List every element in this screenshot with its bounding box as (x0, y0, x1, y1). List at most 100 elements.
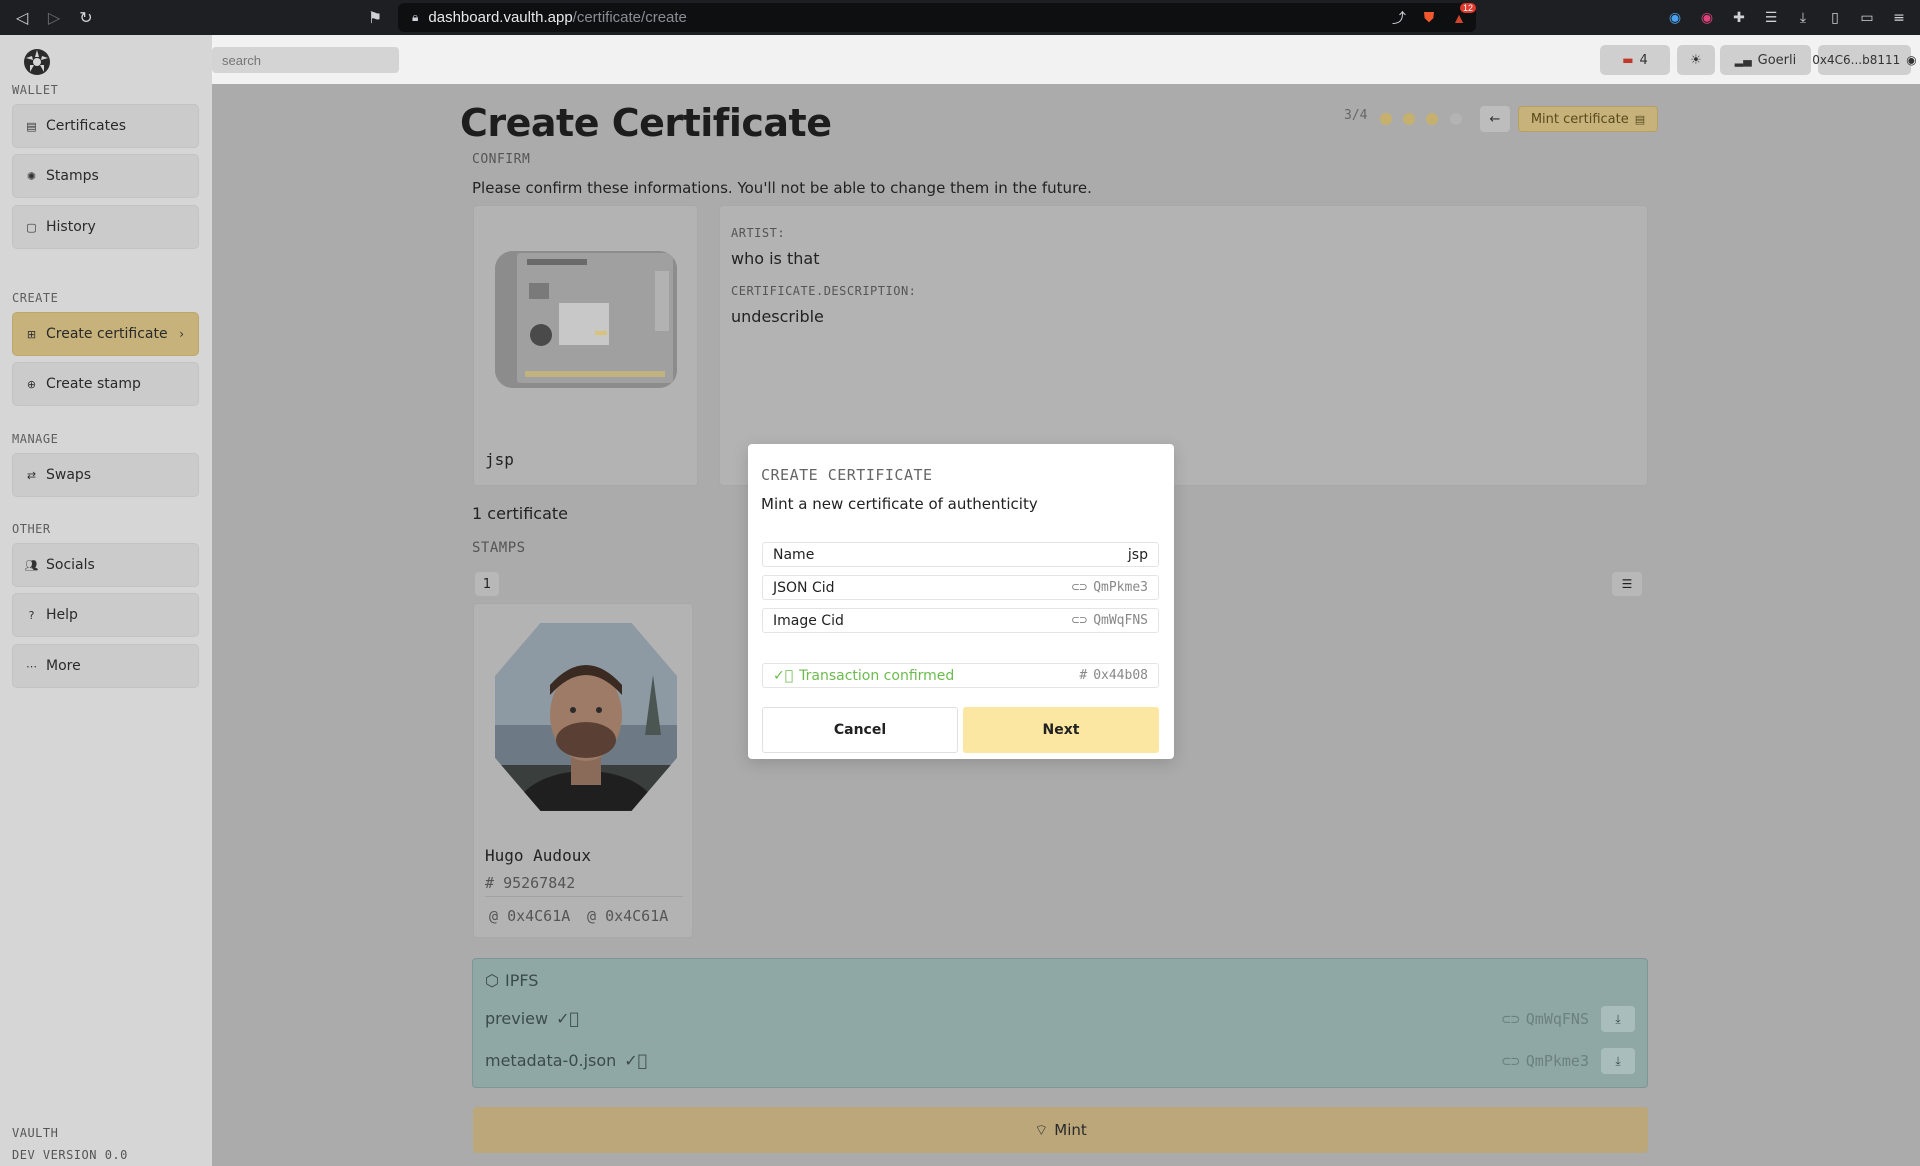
back-arrow-icon[interactable]: ◁ (8, 3, 36, 31)
network-button[interactable]: ▂▄ Goerli (1720, 45, 1811, 75)
bookmark-icon[interactable]: ⚑ (361, 3, 389, 31)
ticket-count: 4 (1639, 52, 1648, 68)
rewards-icon[interactable]: ▲ 12 (1450, 2, 1476, 27)
ticket-icon: ▤ (1634, 112, 1646, 126)
modal-row-name: Name jsp (762, 542, 1159, 567)
row-value-wrap: ⊂⊃ QmWqFNS (1072, 613, 1148, 628)
link-icon: ⊂⊃ (1071, 580, 1088, 595)
sidebar-item-socials[interactable]: 👥︎ Socials (12, 543, 199, 587)
divider (485, 896, 683, 897)
share-icon[interactable]: ⤴ (1390, 9, 1408, 27)
sidebar-item-help[interactable]: ? Help (12, 593, 199, 637)
wifi-icon: ⌔ (1034, 1120, 1049, 1139)
sidebar-item-create-certificate[interactable]: ⊞ Create certificate › (12, 312, 199, 356)
download-icon[interactable]: ⤓ (1794, 9, 1812, 27)
playlist-icon[interactable]: ☰ (1762, 9, 1780, 27)
notification-badge: 12 (1459, 2, 1476, 13)
transaction-status-text: Transaction confirmed (799, 667, 955, 684)
ipfs-title: IPFS (504, 971, 539, 990)
create-certificate-modal: CREATE CERTIFICATE Mint a new certificat… (748, 444, 1174, 759)
ipfs-file-name: preview (485, 1009, 549, 1028)
ipfs-row-preview: preview ✓⃝ (485, 1009, 579, 1028)
ipfs-panel: ⬡ IPFS preview ✓⃝ ⊂⊃ QmWqFNS ⤓ metadata-… (472, 958, 1648, 1088)
cube-icon: ⬡ (485, 971, 499, 990)
sidebar: WALLET ▤ Certificates ✺ Stamps ▢ History… (0, 35, 212, 1166)
sidebar-item-label: Create certificate (46, 326, 168, 342)
sidebar-item-label: History (46, 219, 96, 235)
browser-toolbar: ◁ ▷ ↻ ⚑ 🔒︎ dashboard.vaulth.app/certific… (0, 0, 1920, 35)
sidebar-item-label: Socials (46, 557, 95, 573)
ipfs-cid-value: QmWqFNS (1525, 1010, 1589, 1028)
mint-certificate-button[interactable]: Mint certificate ▤ (1518, 106, 1658, 132)
swap-icon: ⇄ (26, 468, 37, 482)
download-icon: ⤓ (1615, 1011, 1621, 1026)
tickets-button[interactable]: ▬ 4 (1600, 45, 1670, 75)
download-preview-button[interactable]: ⤓ (1601, 1006, 1635, 1032)
section-manage: MANAGE (12, 432, 59, 446)
sidebar-item-swaps[interactable]: ⇄ Swaps (12, 453, 199, 497)
search-input[interactable] (212, 47, 399, 73)
sidebar-item-stamps[interactable]: ✺ Stamps (12, 154, 199, 198)
modal-title: CREATE CERTIFICATE (761, 466, 933, 484)
row-value-wrap: #0x44b08 (1079, 668, 1148, 683)
account-button[interactable]: 0x4C6...b8111 ◉ (1812, 45, 1917, 75)
color-extension-icon[interactable]: ◉ (1666, 9, 1684, 27)
ellipsis-icon: ⋯ (26, 659, 37, 673)
step-indicator: 3/4 (1344, 108, 1368, 123)
modal-row-image-cid[interactable]: Image Cid ⊂⊃ QmWqFNS (762, 608, 1159, 633)
sidebar-item-more[interactable]: ⋯ More (12, 644, 199, 688)
plus-square-icon: ⊞ (26, 327, 37, 341)
sidebar-item-label: Help (46, 607, 78, 623)
sidebar-item-label: More (46, 658, 81, 674)
app-name: VAULTH (12, 1126, 59, 1140)
artist-value: who is that (731, 249, 820, 268)
modal-row-json-cid[interactable]: JSON Cid ⊂⊃ QmPkme3 (762, 575, 1159, 600)
sidebar-item-history[interactable]: ▢ History (12, 205, 199, 249)
brave-shield-icon[interactable]: ⛊ (1420, 9, 1438, 27)
check-circle-icon: ✓⃝ (773, 667, 794, 684)
stamp-owner-name: Hugo Audoux (485, 846, 591, 865)
wallet-icon[interactable]: ▭ (1858, 9, 1876, 27)
next-button[interactable]: Next (963, 707, 1159, 753)
chevron-right-icon: › (179, 327, 184, 341)
list-view-button[interactable]: ☰ (1612, 572, 1642, 596)
sidebar-toggle-icon[interactable]: ▯ (1826, 9, 1844, 27)
reload-icon[interactable]: ↻ (72, 3, 100, 31)
row-label: Name (773, 546, 815, 563)
stamp-icon: ✺ (26, 169, 37, 183)
help-icon: ? (28, 608, 35, 622)
ipfs-cid-preview[interactable]: ⊂⊃ QmWqFNS (1502, 1010, 1589, 1028)
description-value: undescrible (731, 307, 824, 326)
ipfs-cid-metadata[interactable]: ⊂⊃ QmPkme3 (1502, 1052, 1589, 1070)
page-number-button[interactable]: 1 (475, 572, 499, 596)
modal-row-transaction[interactable]: ✓⃝ Transaction confirmed #0x44b08 (762, 663, 1159, 688)
step-dot-3 (1426, 113, 1438, 125)
sidebar-item-certificates[interactable]: ▤ Certificates (12, 104, 199, 148)
cancel-button[interactable]: Cancel (762, 707, 958, 753)
lock-icon: 🔒︎ (412, 10, 419, 24)
vaulth-logo-icon[interactable] (22, 47, 52, 77)
sidebar-item-create-stamp[interactable]: ⊕ Create stamp (12, 362, 199, 406)
stamp-address-2[interactable]: @ 0x4C61A (587, 907, 668, 925)
back-button[interactable]: ← (1480, 106, 1510, 132)
puzzle-icon[interactable]: ✚ (1730, 9, 1748, 27)
mint-button[interactable]: ⌔ Mint (473, 1107, 1648, 1153)
address-bar[interactable]: 🔒︎ dashboard.vaulth.app/certificate/crea… (398, 2, 1476, 32)
certificate-count: 1 certificate (472, 504, 568, 523)
check-circle-icon: ✓⃝ (624, 1051, 648, 1070)
menu-icon[interactable]: ≡ (1890, 9, 1908, 27)
record-extension-icon[interactable]: ◉ (1698, 9, 1716, 27)
stamp-address-value: 0x4C61A (507, 907, 571, 925)
user-circle-icon: ◉ (1906, 53, 1917, 67)
stamp-address-1[interactable]: @ 0x4C61A (489, 907, 570, 925)
network-name: Goerli (1757, 52, 1797, 68)
plus-circle-icon: ⊕ (26, 377, 37, 391)
users-icon: 👥︎ (24, 558, 39, 572)
link-icon: ⊂⊃ (1501, 1010, 1520, 1028)
arrow-left-icon: ← (1489, 111, 1501, 127)
stamp-address-value: 0x4C61A (605, 907, 669, 925)
forward-arrow-icon[interactable]: ▷ (40, 3, 68, 31)
check-circle-icon: ✓⃝ (556, 1009, 580, 1028)
download-metadata-button[interactable]: ⤓ (1601, 1048, 1635, 1074)
section-other: OTHER (12, 522, 51, 536)
